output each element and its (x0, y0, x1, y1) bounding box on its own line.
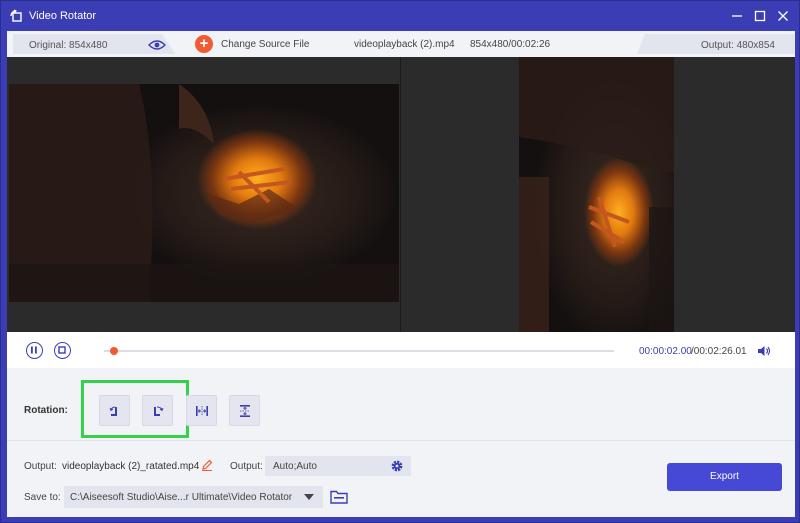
output-format-select[interactable]: Auto;Auto (265, 456, 411, 476)
flip-horizontal-icon (195, 405, 208, 416)
current-time: 00:00:02.00 (639, 346, 692, 357)
maximize-button[interactable] (751, 7, 769, 25)
window-title: Video Rotator (29, 10, 97, 22)
rotation-panel: Rotation: (7, 368, 795, 440)
minimize-icon (732, 15, 742, 17)
total-time: /00:02:26.01 (691, 346, 747, 357)
eye-icon[interactable] (148, 39, 166, 51)
save-path-select[interactable]: C:\Aiseesoft Studio\Aise...r Ultimate\Vi… (64, 486, 323, 508)
rotated-pizza-oven-scene (519, 57, 674, 332)
gear-icon[interactable] (390, 459, 404, 473)
rotate-right-button[interactable] (142, 395, 173, 426)
preview-divider (400, 57, 401, 332)
stop-button[interactable] (54, 342, 71, 359)
output-settings-panel: Output: videoplayback (2)_ratated.mp4 Ou… (7, 440, 795, 517)
chevron-down-icon[interactable] (304, 494, 314, 500)
playback-bar: 00:00:02.00 /00:02:26.01 (7, 332, 795, 368)
flip-horizontal-button[interactable] (186, 395, 217, 426)
video-preview-area (7, 57, 795, 332)
output-name-label: Output: (24, 461, 57, 472)
maximize-icon (754, 10, 766, 22)
save-to-label: Save to: (24, 492, 61, 503)
edit-icon[interactable] (201, 459, 213, 471)
output-video-frame (519, 57, 674, 332)
main-content: Original: 854x480 + Change Source File v… (7, 31, 795, 517)
close-icon (778, 11, 788, 21)
progress-track[interactable] (104, 350, 614, 352)
pause-button[interactable] (26, 342, 43, 359)
output-format-value: Auto;Auto (273, 461, 317, 472)
title-bar: Video Rotator (1, 1, 800, 31)
close-button[interactable] (774, 7, 792, 25)
original-video-frame (9, 84, 399, 302)
rotate-left-button[interactable] (99, 395, 130, 426)
folder-icon[interactable] (330, 489, 348, 505)
minimize-button[interactable] (728, 7, 746, 25)
output-resolution: Output: 480x854 (701, 40, 775, 51)
change-source-file-link[interactable]: Change Source File (221, 39, 309, 50)
file-info: 854x480/00:02:26 (470, 39, 551, 50)
pause-icon (31, 346, 37, 354)
volume-icon[interactable] (757, 344, 771, 358)
info-bar: Original: 854x480 + Change Source File v… (7, 31, 795, 57)
file-name: videoplayback (2).mp4 (354, 39, 455, 50)
export-button[interactable]: Export (667, 463, 782, 491)
video-rotator-window: Video Rotator Original: 854x480 + Change… (0, 0, 800, 523)
output-format-label: Output: (230, 461, 263, 472)
pizza-oven-scene (9, 84, 399, 302)
rotate-app-icon (10, 9, 22, 22)
flip-vertical-icon (239, 404, 250, 417)
rotate-right-icon (153, 405, 163, 416)
stop-icon (58, 346, 66, 354)
flip-vertical-button[interactable] (229, 395, 260, 426)
original-resolution: Original: 854x480 (29, 40, 108, 51)
output-file-name: videoplayback (2)_ratated.mp4 (62, 461, 200, 472)
progress-handle[interactable] (110, 347, 118, 355)
save-path: C:\Aiseesoft Studio\Aise...r Ultimate\Vi… (70, 492, 293, 503)
rotation-label: Rotation: (24, 405, 68, 416)
rotate-left-icon (109, 405, 117, 416)
add-file-icon[interactable]: + (195, 35, 213, 53)
